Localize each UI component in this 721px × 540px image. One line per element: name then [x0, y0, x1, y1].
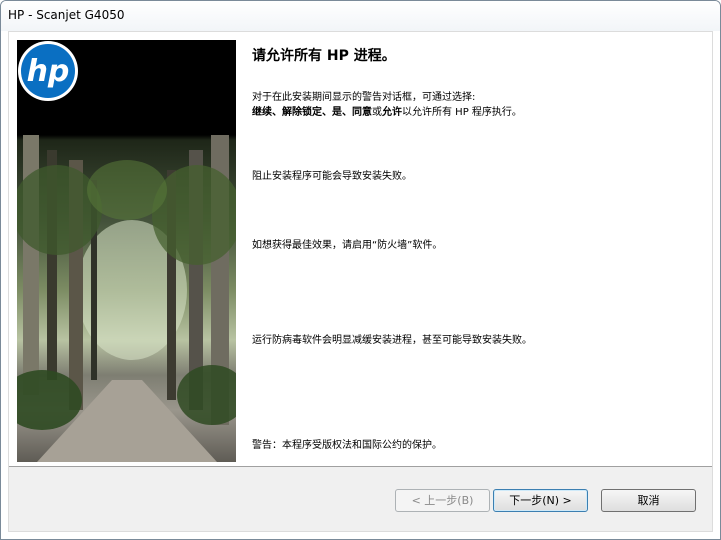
instructions-tail: 以允许所有 HP 程序执行。	[402, 107, 522, 118]
dialog-client-area: hp 请允许所有 HP 进程。 对于在此安装期间显示的警告对话框，可通过选择: …	[8, 31, 713, 532]
title-bar[interactable]: HP - Scanjet G4050	[1, 1, 720, 31]
instructions-line-1: 对于在此安装期间显示的警告对话框，可通过选择:	[252, 92, 476, 103]
option-continue: 继续	[252, 107, 272, 118]
forest-path-illustration	[17, 135, 236, 462]
hp-logo-text: hp	[27, 54, 70, 89]
hp-logo: hp	[18, 41, 78, 101]
instructions-line-2: 继续、解除锁定、是、同意或允许以允许所有 HP 程序执行。	[252, 105, 522, 120]
separator-1: 、	[272, 107, 282, 118]
page-heading: 请允许所有 HP 进程。	[252, 48, 396, 64]
hero-image: hp	[17, 40, 236, 462]
option-agree: 同意	[352, 107, 372, 118]
option-unblock: 解除锁定	[282, 107, 322, 118]
option-allow: 允许	[382, 107, 402, 118]
firewall-tip: 如想获得最佳效果，请启用“防火墙”软件。	[252, 240, 443, 251]
installer-block-warning: 阻止安装程序可能会导致安装失败。	[252, 171, 412, 182]
antivirus-warning: 运行防病毒软件会明显减缓安装进程，甚至可能导致安装失败。	[252, 335, 532, 346]
cancel-button[interactable]: 取消	[601, 489, 696, 512]
option-yes: 是	[332, 107, 342, 118]
separator-2: 、	[322, 107, 332, 118]
or-text: 或	[372, 107, 382, 118]
next-button[interactable]: 下一步(N) >	[493, 489, 588, 512]
copyright-warning: 警告：本程序受版权法和国际公约的保护。	[252, 440, 442, 451]
window-title: HP - Scanjet G4050	[8, 8, 125, 22]
separator-3: 、	[342, 107, 352, 118]
back-button[interactable]: < 上一步(B)	[395, 489, 490, 512]
installer-window: HP - Scanjet G4050 hp 请允许所有 HP 进程。 对于在此安…	[0, 0, 721, 540]
dialog-instructions: 对于在此安装期间显示的警告对话框，可通过选择: 继续、解除锁定、是、同意或允许以…	[252, 90, 522, 120]
content-panel: hp 请允许所有 HP 进程。 对于在此安装期间显示的警告对话框，可通过选择: …	[9, 32, 712, 467]
